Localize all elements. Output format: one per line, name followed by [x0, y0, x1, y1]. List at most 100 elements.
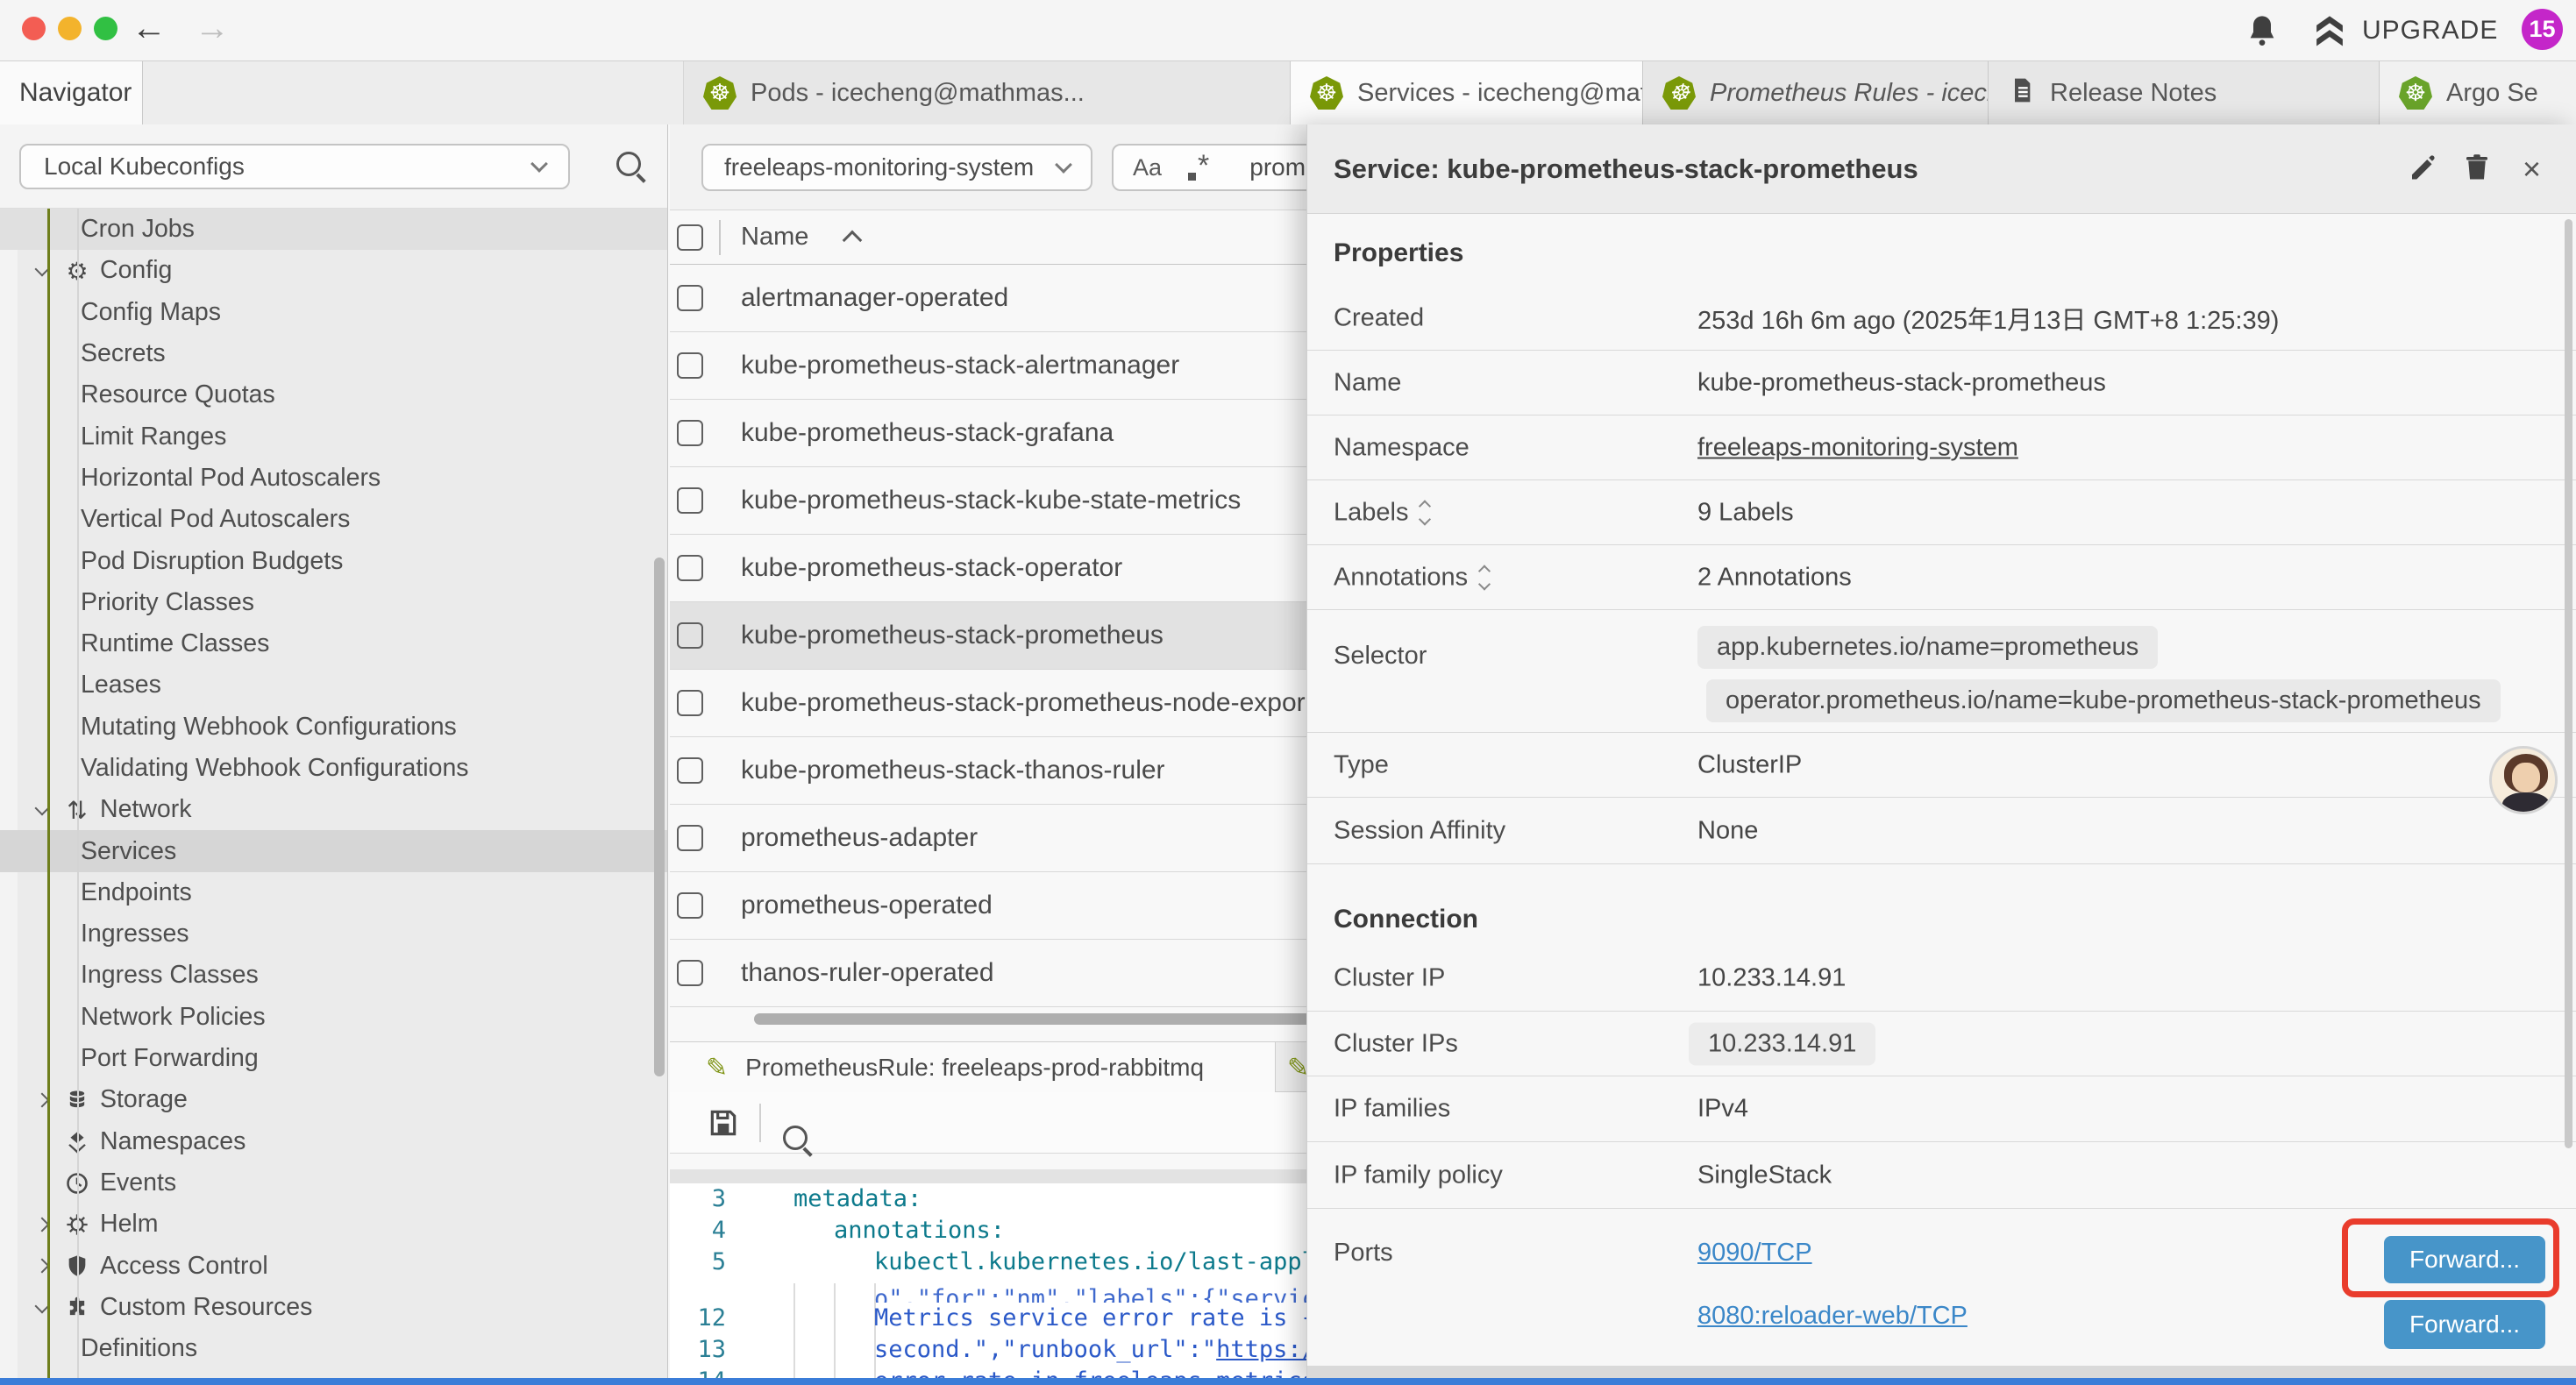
sidebar-item-runtime-classes[interactable]: Runtime Classes: [0, 623, 667, 664]
drawer-scrollbar[interactable]: [2565, 219, 2572, 1148]
edit-pencil-icon[interactable]: [2407, 152, 2438, 188]
namespaces-icon: [63, 1128, 91, 1156]
row-checkbox[interactable]: [677, 352, 703, 379]
sidebar-item-leases[interactable]: Leases: [0, 664, 667, 706]
expand-toggle-icon[interactable]: [1420, 501, 1429, 523]
row-checkbox[interactable]: [677, 960, 703, 986]
app-window: ← → UPGRADE 15 Navigator ☸ Pods - iceche…: [0, 0, 2576, 1385]
avatar-body: [2502, 792, 2550, 814]
close-icon[interactable]: ×: [2523, 151, 2541, 188]
port-link-9090[interactable]: 9090/TCP: [1697, 1239, 1812, 1268]
sidebar-item-pod-disruption-budgets[interactable]: Pod Disruption Budgets: [0, 540, 667, 581]
connection-row-ip-families: IP families IPv4: [1307, 1076, 2576, 1142]
sidebar-item-limit-ranges[interactable]: Limit Ranges: [0, 416, 667, 457]
select-all-checkbox[interactable]: [677, 224, 703, 251]
cluster-ips-chip: 10.233.14.91: [1689, 1022, 1875, 1065]
row-checkbox[interactable]: [677, 487, 703, 514]
window-zoom-button[interactable]: [94, 17, 117, 40]
chevron-right-icon[interactable]: [35, 1259, 50, 1274]
sidebar-item-priority-classes[interactable]: Priority Classes: [0, 582, 667, 623]
tabbar-spacer: [143, 61, 684, 124]
sidebar-section-custom-resources[interactable]: Custom Resources: [0, 1287, 667, 1328]
sidebar-section-config[interactable]: ⚙ Config: [0, 250, 667, 291]
chevron-down-icon[interactable]: [35, 1298, 50, 1313]
sidebar-item-cron-jobs[interactable]: Cron Jobs: [0, 209, 667, 250]
sidebar-section-access-control[interactable]: Access Control: [0, 1245, 667, 1286]
sidebar-item-port-forwarding[interactable]: Port Forwarding: [0, 1038, 667, 1079]
notifications-bell-icon[interactable]: [2245, 13, 2280, 48]
tab-services[interactable]: ☸ Services - icecheng@math... ×: [1291, 61, 1643, 124]
port-link-8080[interactable]: 8080:reloader-web/TCP: [1697, 1302, 1968, 1331]
sidebar-section-namespaces[interactable]: Namespaces: [0, 1121, 667, 1162]
row-checkbox[interactable]: [677, 285, 703, 311]
namespace-selector[interactable]: freeleaps-monitoring-system: [701, 144, 1092, 191]
kubeconfig-selector[interactable]: Local Kubeconfigs: [19, 144, 570, 189]
tab-navigator[interactable]: Navigator: [0, 61, 143, 124]
regex-toggle[interactable]: *: [1188, 149, 1209, 187]
tab-label: Argo Se: [2446, 79, 2538, 108]
row-checkbox[interactable]: [677, 555, 703, 581]
sidebar-section-storage[interactable]: Storage: [0, 1079, 667, 1120]
back-arrow-icon[interactable]: ←: [132, 7, 167, 49]
name-column-header[interactable]: Name: [741, 223, 808, 252]
tab-release-notes[interactable]: Release Notes: [1989, 61, 2380, 124]
connection-row-cluster-ip: Cluster IP 10.233.14.91: [1307, 945, 2576, 1012]
forward-button-8080[interactable]: Forward...: [2384, 1300, 2545, 1349]
upgrade-button[interactable]: UPGRADE: [2362, 16, 2498, 46]
drawer-bottom-strip: [1307, 1366, 2576, 1378]
sidebar-item-services[interactable]: Services: [0, 830, 667, 871]
row-checkbox[interactable]: [677, 825, 703, 851]
notification-count-badge[interactable]: 15: [2522, 9, 2563, 50]
code-line: metadata:: [793, 1183, 922, 1215]
sidebar-scrollbar[interactable]: [654, 558, 665, 1076]
sidebar-item-network-policies[interactable]: Network Policies: [0, 997, 667, 1038]
row-checkbox[interactable]: [677, 690, 703, 716]
sort-ascending-icon[interactable]: [843, 231, 863, 251]
avatar[interactable]: [2489, 746, 2558, 814]
sidebar-section-events[interactable]: Events: [0, 1162, 667, 1204]
sidebar-item-endpoints[interactable]: Endpoints: [0, 872, 667, 913]
edit-pencil-icon: ✎: [706, 1053, 728, 1083]
sidebar-search-button[interactable]: [614, 149, 649, 184]
window-close-button[interactable]: [22, 17, 46, 40]
section-gap: [1307, 864, 2576, 896]
sidebar-item-ingress-classes[interactable]: Ingress Classes: [0, 955, 667, 996]
red-highlight-annotation: [2342, 1218, 2559, 1297]
sidebar-item-secrets[interactable]: Secrets: [0, 333, 667, 374]
row-checkbox[interactable]: [677, 622, 703, 649]
tab-argo[interactable]: ☸ Argo Se: [2380, 61, 2576, 124]
property-row-session-affinity: Session Affinity None: [1307, 798, 2576, 864]
sidebar-section-helm[interactable]: Helm: [0, 1204, 667, 1245]
chevron-down-icon[interactable]: [35, 801, 50, 816]
row-checkbox[interactable]: [677, 892, 703, 919]
chevron-down-icon[interactable]: [35, 262, 50, 277]
sidebar-section-network[interactable]: ⇅ Network: [0, 789, 667, 830]
window-minimize-button[interactable]: [58, 17, 82, 40]
delete-trash-icon[interactable]: [2461, 152, 2493, 188]
tab-pods[interactable]: ☸ Pods - icecheng@mathmas...: [684, 61, 1291, 124]
namespace-link[interactable]: freeleaps-monitoring-system: [1697, 433, 2018, 462]
sidebar-item-definitions[interactable]: Definitions: [0, 1328, 667, 1369]
match-case-toggle[interactable]: Aa: [1133, 154, 1162, 181]
sidebar-item-horizontal-pod-autoscalers[interactable]: Horizontal Pod Autoscalers: [0, 458, 667, 499]
chevron-right-icon[interactable]: [35, 1093, 50, 1108]
chevron-right-icon[interactable]: [35, 1218, 50, 1232]
save-icon[interactable]: [707, 1106, 740, 1140]
upgrade-chevrons-icon[interactable]: [2311, 12, 2348, 49]
sidebar-item-resource-quotas[interactable]: Resource Quotas: [0, 374, 667, 416]
tab-prometheus-rules[interactable]: ☸ Prometheus Rules - icecheng...: [1643, 61, 1989, 124]
tab-bar: Navigator ☸ Pods - icecheng@mathmas... ☸…: [0, 61, 2576, 124]
forward-arrow-icon[interactable]: →: [195, 7, 230, 49]
sidebar-item-vertical-pod-autoscalers[interactable]: Vertical Pod Autoscalers: [0, 499, 667, 540]
sidebar-item-ingresses[interactable]: Ingresses: [0, 913, 667, 955]
editor-tab-prometheusrule[interactable]: ✎ PrometheusRule: freeleaps-prod-rabbitm…: [670, 1042, 1276, 1093]
horizontal-scrollbar[interactable]: [754, 1013, 1370, 1025]
sidebar-item-config-maps[interactable]: Config Maps: [0, 292, 667, 333]
row-checkbox[interactable]: [677, 757, 703, 784]
row-checkbox[interactable]: [677, 420, 703, 446]
property-row-type: Type ClusterIP: [1307, 733, 2576, 798]
sidebar-item-validating-webhook-configurations[interactable]: Validating Webhook Configurations: [0, 748, 667, 789]
sidebar-item-mutating-webhook-configurations[interactable]: Mutating Webhook Configurations: [0, 707, 667, 748]
expand-toggle-icon[interactable]: [1480, 566, 1489, 588]
chevron-down-icon: [1055, 156, 1072, 174]
